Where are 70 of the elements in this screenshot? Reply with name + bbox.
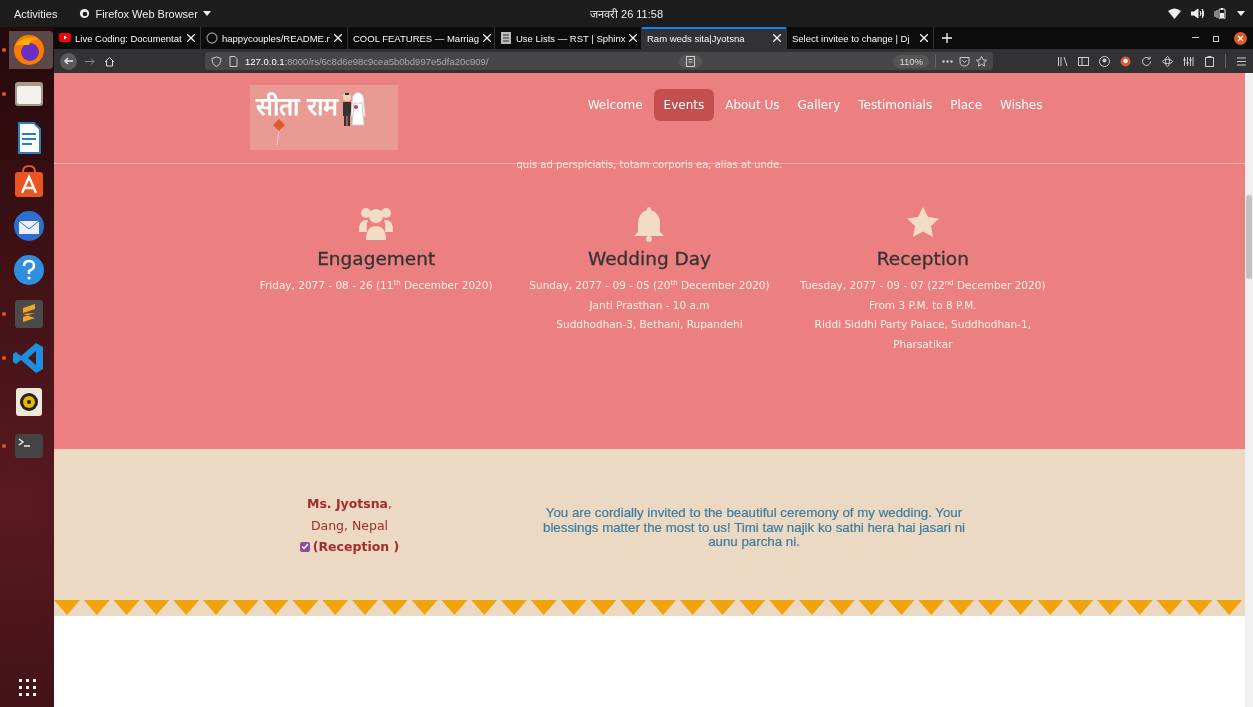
kite-drawing [271, 119, 286, 147]
couple-drawing [340, 91, 367, 127]
back-arrow-icon [64, 57, 73, 65]
invitee-name: Ms. Jyotsna [306, 496, 389, 511]
dock-item[interactable] [1, 31, 53, 69]
scrollbar-thumb[interactable] [1246, 195, 1252, 279]
close-icon[interactable] [629, 34, 638, 42]
app-menu[interactable]: Firefox Web Browser [79, 7, 211, 20]
bookmark-star-icon[interactable] [976, 55, 987, 67]
intro-text: quis ad perspiciatis, totam corporis ea, alias at unde. [516, 160, 783, 170]
event-title: Reception [876, 247, 969, 271]
reader-view-icon[interactable] [685, 55, 697, 67]
activities-button[interactable]: Activities [14, 7, 58, 20]
wifi-icon[interactable] [1168, 8, 1181, 19]
document-icon [500, 32, 512, 44]
caret-icon[interactable] [1237, 11, 1245, 16]
minimize-icon[interactable] [1192, 37, 1199, 39]
event-detail: Janti Prasthan - 10 a.m [589, 297, 710, 313]
event-detail: From 3 P.M. to 8 P.M. [869, 297, 977, 313]
circle-icon [206, 32, 218, 44]
running-indicator [2, 444, 6, 448]
event-detail: Tuesday, 2077 - 09 - 07 (22$^{nd}$ December 2020) [800, 277, 1046, 293]
close-icon[interactable] [920, 34, 928, 42]
new-tab-icon[interactable] [942, 33, 952, 43]
event-title: Engagement [317, 247, 436, 271]
restore-icon[interactable] [1213, 34, 1220, 42]
scrollbar[interactable] [1245, 73, 1253, 707]
running-indicator [2, 48, 6, 52]
event-label: (Reception ) [312, 538, 400, 556]
equalizer-icon[interactable] [1183, 55, 1194, 67]
account-icon[interactable] [1099, 55, 1110, 67]
event-title: Wedding Day [587, 247, 712, 271]
battery-icon[interactable] [1214, 8, 1227, 19]
app-grid-icon[interactable] [17, 677, 37, 697]
reload-icon[interactable] [1141, 55, 1152, 67]
close-icon[interactable] [773, 34, 781, 42]
close-icon[interactable] [187, 34, 195, 42]
shield-icon[interactable] [211, 55, 222, 67]
event-detail: Pharsatikar [893, 337, 953, 353]
library-icon[interactable] [1057, 55, 1068, 67]
event-detail: Sunday, 2077 - 09 - 05 (20$^{th}$ December 2020) [529, 277, 770, 293]
event-detail: Suddhodhan-3, Bethani, Rupandehi [556, 317, 743, 333]
volume-icon[interactable] [1191, 8, 1204, 19]
running-indicator [2, 92, 6, 96]
play-icon [59, 32, 71, 44]
atom-icon[interactable] [1162, 55, 1173, 67]
address-field[interactable]: 127.0.0.1:8000/rs/6c8d6e98c9cea5b0bd997e5dfa20c909/ 110% [205, 52, 993, 70]
home-icon[interactable] [104, 55, 115, 67]
clipboard-icon[interactable] [1204, 55, 1215, 67]
clock[interactable]: जनवरी 26 11:58 [589, 6, 664, 21]
browser-tab[interactable]: Ram weds sita|Jyotsna [642, 27, 787, 49]
invitee-address: Dang, Nepal [310, 516, 389, 535]
menu-icon[interactable] [1236, 55, 1247, 67]
event-detail: Riddi Siddhi Party Palace, Suddhodhan-1, [814, 317, 1031, 333]
zoom-level[interactable]: 110% [893, 54, 929, 68]
page-icon[interactable] [228, 55, 239, 67]
running-indicator [2, 312, 6, 316]
caret-icon [202, 11, 211, 16]
event-detail: Friday, 2077 - 08 - 26 (11$^{th}$ December 2020) [259, 277, 493, 293]
pocket-icon[interactable] [959, 55, 970, 67]
close-icon[interactable] [483, 34, 492, 42]
close-icon[interactable] [1234, 31, 1247, 45]
back-button[interactable] [60, 52, 77, 70]
sidebar-icon[interactable] [1078, 55, 1089, 67]
close-icon[interactable] [334, 34, 342, 42]
forward-arrow-icon[interactable] [85, 55, 96, 67]
running-indicator [2, 356, 6, 360]
invitation-message: You are cordially invited to the beautiful ceremony of my wedding. Your blessings matter the most to us! Timi taw najik ko sathi hera hai jasari ni aunu parcha ni. [542, 506, 966, 552]
nav-link[interactable]: Events [653, 89, 715, 121]
punctuation: , [388, 496, 393, 511]
